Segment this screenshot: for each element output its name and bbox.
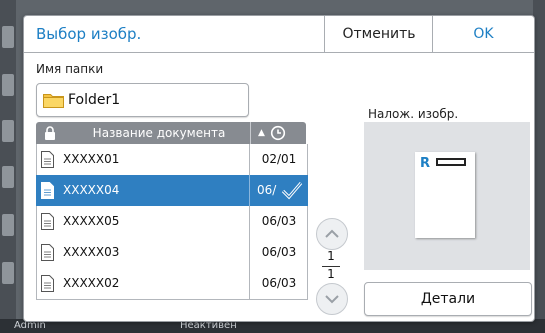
scroll-up-button[interactable] [316, 218, 348, 250]
document-date: 06/03 [261, 245, 297, 259]
table-row[interactable]: XXXXX02 06/03 [36, 268, 308, 300]
checkmark-icon [281, 180, 303, 200]
folder-select-button[interactable]: Folder1 [36, 83, 249, 117]
document-icon [41, 275, 54, 292]
document-icon [41, 213, 54, 230]
folder-name: Folder1 [68, 92, 121, 108]
column-header-name[interactable]: Название документа [66, 122, 252, 144]
sort-arrow-icon[interactable]: ▲ [258, 122, 265, 144]
background-icon [2, 74, 14, 96]
background-icon [2, 262, 14, 284]
table-row[interactable]: XXXXX01 02/01 [36, 144, 308, 176]
paper-rectangle-mark [436, 158, 466, 166]
row-divider [249, 206, 250, 237]
background-icon [2, 214, 14, 236]
paper-letter: R [420, 156, 431, 171]
document-name: XXXXX04 [63, 183, 120, 197]
cancel-button[interactable]: Отменить [324, 16, 433, 52]
lock-icon [44, 125, 56, 141]
document-date: 06/03 [261, 276, 297, 290]
folder-name-label: Имя папки [36, 62, 104, 76]
overlay-image-label: Налож. изобр. [368, 107, 459, 121]
chevron-down-icon [325, 295, 339, 304]
document-name: XXXXX02 [63, 276, 120, 290]
background-left-panel [0, 0, 16, 333]
dialog-title: Выбор изобр. [36, 25, 142, 43]
folder-icon [43, 92, 64, 108]
row-divider [249, 144, 250, 175]
scroll-down-button[interactable] [316, 283, 348, 315]
table-header: Название документа ▲ [36, 122, 306, 144]
clock-icon[interactable] [270, 125, 286, 141]
details-button[interactable]: Детали [364, 282, 532, 316]
table-row-selected[interactable]: XXXXX04 06/ [36, 175, 308, 207]
background-icon [2, 26, 14, 48]
select-image-dialog: Выбор изобр. Отменить OK Имя папки Folde… [23, 15, 535, 322]
row-divider [249, 175, 250, 206]
document-icon [41, 151, 54, 168]
document-icon [41, 182, 54, 199]
document-date: 06/03 [261, 214, 297, 228]
overlay-preview: R [364, 122, 530, 270]
background-icon [2, 166, 14, 188]
row-divider [249, 237, 250, 268]
document-name: XXXXX05 [63, 214, 120, 228]
table-row[interactable]: XXXXX05 06/03 [36, 206, 308, 238]
table-row[interactable]: XXXXX03 06/03 [36, 237, 308, 269]
page-current: 1 [327, 249, 335, 263]
background-icon [2, 120, 14, 142]
document-name: XXXXX03 [63, 245, 120, 259]
chevron-up-icon [325, 229, 339, 238]
ok-button[interactable]: OK [432, 16, 534, 52]
row-divider [249, 268, 250, 299]
document-name: XXXXX01 [63, 152, 120, 166]
title-divider [24, 52, 534, 53]
page-total: 1 [327, 267, 335, 281]
header-divider [250, 122, 251, 144]
document-icon [41, 244, 54, 261]
paper-preview: R [415, 152, 475, 238]
document-date: 02/01 [261, 152, 297, 166]
